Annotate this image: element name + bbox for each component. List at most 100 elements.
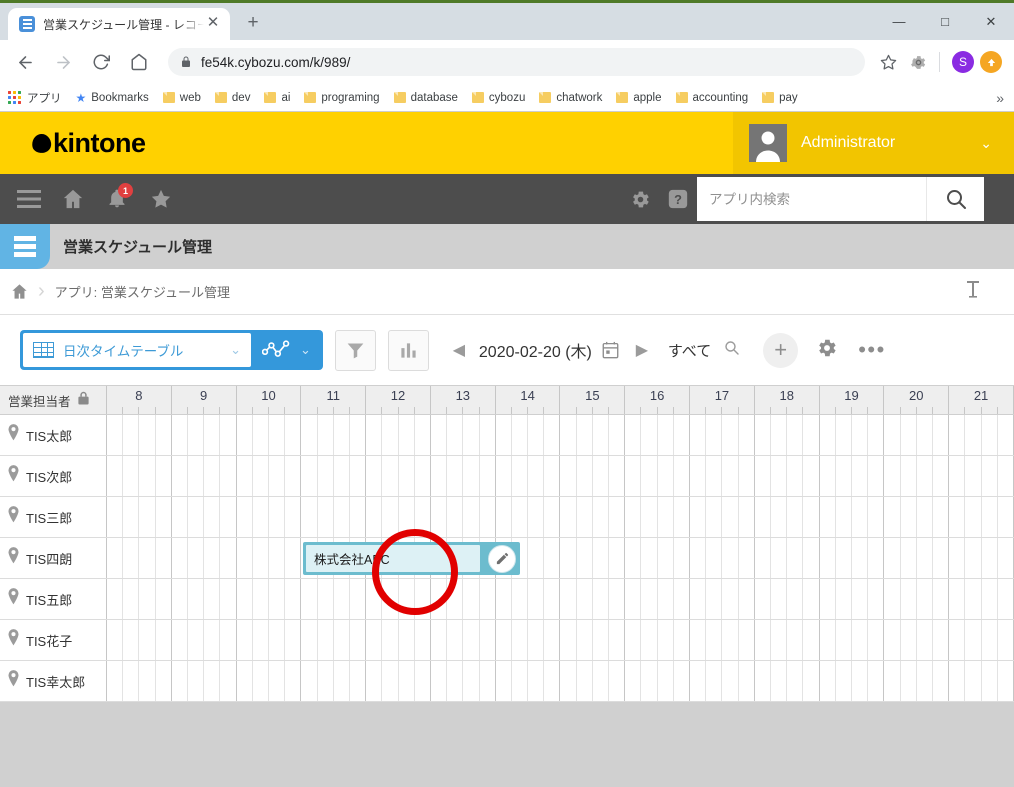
- bookmark-item[interactable]: programing: [304, 92, 380, 104]
- timetable-cell[interactable]: [172, 620, 237, 660]
- minimize-button[interactable]: —: [876, 7, 922, 37]
- pencil-icon[interactable]: [488, 544, 516, 573]
- timetable-cell[interactable]: [431, 579, 496, 619]
- chevron-down-icon[interactable]: ⌄: [300, 342, 311, 358]
- timetable-cell[interactable]: [431, 415, 496, 455]
- star-icon[interactable]: [142, 180, 180, 218]
- timetable-cell[interactable]: [884, 579, 950, 619]
- timetable-cell[interactable]: [560, 538, 626, 578]
- prev-date-button[interactable]: ◀: [443, 334, 475, 366]
- timetable-row-name[interactable]: TIS花子: [0, 620, 107, 660]
- add-record-button[interactable]: +: [763, 332, 799, 368]
- timetable-cell[interactable]: [107, 661, 172, 701]
- reload-icon[interactable]: [85, 46, 117, 78]
- bookmark-item[interactable]: dev: [214, 92, 250, 104]
- timetable-cell[interactable]: [560, 620, 626, 660]
- timetable-cell[interactable]: [625, 538, 691, 578]
- forward-icon[interactable]: [47, 46, 79, 78]
- timetable-cell[interactable]: [496, 497, 561, 537]
- profile-avatar[interactable]: S: [952, 51, 974, 73]
- timetable-cell[interactable]: [755, 579, 820, 619]
- timetable-cell[interactable]: [431, 661, 496, 701]
- timetable-cell[interactable]: [820, 620, 885, 660]
- timetable-cell[interactable]: [366, 415, 431, 455]
- timetable-row-name[interactable]: TIS三郎: [0, 497, 107, 537]
- timetable-cell[interactable]: [820, 497, 885, 537]
- timetable-cell[interactable]: [560, 579, 626, 619]
- timetable-row-cells[interactable]: [107, 661, 1014, 701]
- bookmarks-overflow-button[interactable]: »: [996, 90, 1004, 106]
- timetable-cell[interactable]: [172, 579, 237, 619]
- timetable-cell[interactable]: [949, 579, 1014, 619]
- timetable-cell[interactable]: [107, 579, 172, 619]
- timetable-cell[interactable]: [172, 456, 237, 496]
- timetable-cell[interactable]: [366, 456, 431, 496]
- timetable-cell[interactable]: [237, 415, 302, 455]
- timetable-cell[interactable]: [884, 661, 950, 701]
- timetable-cell[interactable]: [560, 456, 626, 496]
- bookmark-star-icon[interactable]: [873, 47, 903, 77]
- timetable-cell[interactable]: [237, 456, 302, 496]
- timetable-cell[interactable]: [301, 415, 367, 455]
- timetable-row-name[interactable]: TIS四朗: [0, 538, 107, 578]
- timetable-cell[interactable]: [172, 661, 237, 701]
- timetable-cell[interactable]: [949, 620, 1014, 660]
- gear-icon[interactable]: [621, 180, 659, 218]
- timetable-cell[interactable]: [172, 538, 237, 578]
- timetable-cell[interactable]: [431, 497, 496, 537]
- timetable-cell[interactable]: [625, 620, 691, 660]
- back-icon[interactable]: [9, 46, 41, 78]
- timetable-cell[interactable]: [560, 415, 626, 455]
- timetable-cell[interactable]: [690, 661, 755, 701]
- timetable-row-cells[interactable]: [107, 579, 1014, 619]
- filter-button[interactable]: [334, 329, 376, 371]
- bookmark-item[interactable]: pay: [762, 92, 798, 104]
- timetable-cell[interactable]: [625, 661, 691, 701]
- maximize-button[interactable]: □: [922, 7, 968, 37]
- update-button[interactable]: [980, 51, 1002, 73]
- timetable-cell[interactable]: [820, 579, 885, 619]
- home-icon[interactable]: [0, 283, 38, 300]
- timetable-cell[interactable]: [884, 415, 950, 455]
- timetable-cell[interactable]: [690, 456, 755, 496]
- timetable-cell[interactable]: [949, 661, 1014, 701]
- app-settings-button[interactable]: [816, 337, 838, 364]
- timetable-cell[interactable]: [560, 497, 626, 537]
- bookmark-item[interactable]: accounting: [675, 92, 748, 104]
- timetable-cell[interactable]: [107, 497, 172, 537]
- bookmark-apps[interactable]: アプリ: [8, 90, 62, 106]
- bell-icon[interactable]: 1: [98, 180, 136, 218]
- timetable-cell[interactable]: [690, 620, 755, 660]
- timetable-cell[interactable]: [820, 538, 885, 578]
- timetable-row-cells[interactable]: [107, 497, 1014, 537]
- timetable-cell[interactable]: [366, 620, 431, 660]
- search-button[interactable]: [926, 177, 984, 221]
- timetable-cell[interactable]: [496, 456, 561, 496]
- timetable-row-cells[interactable]: [107, 620, 1014, 660]
- timetable-cell[interactable]: [560, 661, 626, 701]
- timetable-cell[interactable]: [690, 579, 755, 619]
- timetable-row-name[interactable]: TIS次郎: [0, 456, 107, 496]
- timetable-cell[interactable]: [366, 497, 431, 537]
- timetable-cell[interactable]: [949, 538, 1014, 578]
- timetable-cell[interactable]: [496, 415, 561, 455]
- timetable-row-name[interactable]: TIS太郎: [0, 415, 107, 455]
- timetable-cell[interactable]: [496, 661, 561, 701]
- bookmark-bookmarks[interactable]: ★ Bookmarks: [76, 91, 149, 105]
- timetable-row-name[interactable]: TIS幸太郎: [0, 661, 107, 701]
- timetable-cell[interactable]: [820, 415, 885, 455]
- timetable-cell[interactable]: [366, 579, 431, 619]
- timetable-cell[interactable]: [625, 415, 691, 455]
- timetable-cell[interactable]: [884, 497, 950, 537]
- chevron-down-icon[interactable]: ⌄: [980, 135, 992, 152]
- bookmark-item[interactable]: chatwork: [539, 92, 602, 104]
- timetable-cell[interactable]: [172, 415, 237, 455]
- bookmark-item[interactable]: cybozu: [471, 92, 525, 104]
- timetable-cell[interactable]: [820, 456, 885, 496]
- timetable-cell[interactable]: [107, 538, 172, 578]
- timetable-cell[interactable]: [301, 497, 367, 537]
- timetable-cell[interactable]: [107, 620, 172, 660]
- timetable-cell[interactable]: [690, 497, 755, 537]
- home-icon[interactable]: [123, 46, 155, 78]
- search-input[interactable]: [709, 191, 926, 207]
